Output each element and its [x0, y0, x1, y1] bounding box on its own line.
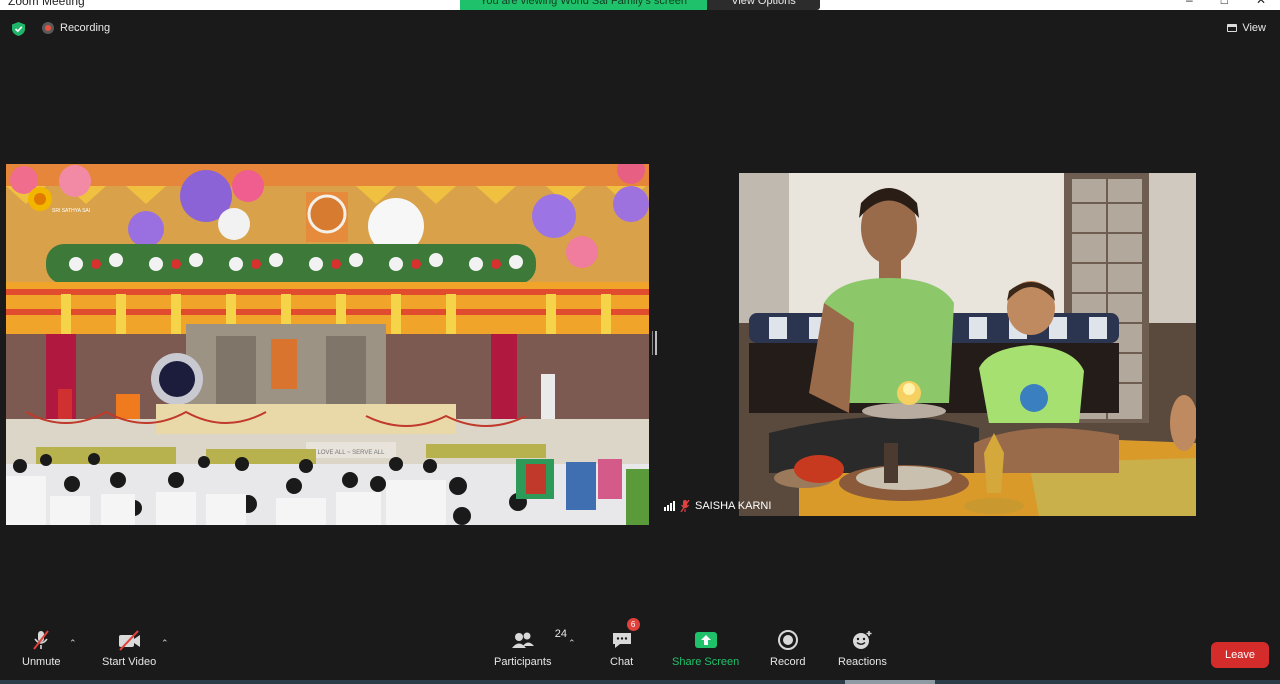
participants-label: Participants [494, 656, 552, 668]
view-label: View [1242, 22, 1266, 34]
chat-button[interactable]: 6 Chat [610, 618, 640, 668]
start-video-button[interactable]: Start Video [102, 624, 156, 668]
start-video-label: Start Video [102, 656, 157, 668]
recording-label: Recording [60, 22, 111, 34]
taskbar-strip [0, 680, 1280, 684]
screen-share-banner: You are viewing World Sai Family's scree… [460, 0, 707, 10]
record-button[interactable]: Record [770, 624, 805, 668]
tile-resize-handle[interactable] [652, 331, 657, 355]
participant-video-image [739, 173, 1196, 516]
shared-screen-video[interactable]: LOVE ALL ~ SERVE ALL SRI SATHYA SAI [6, 164, 649, 525]
record-icon [777, 630, 798, 650]
muted-mic-icon [680, 500, 690, 512]
temple-stage-image: LOVE ALL ~ SERVE ALL SRI SATHYA SAI [6, 164, 649, 525]
recording-indicator[interactable]: Recording [42, 22, 110, 34]
chat-unread-badge: 6 [626, 618, 640, 631]
audio-options-chevron-icon[interactable]: ⌃ [69, 638, 77, 649]
share-screen-icon [694, 632, 717, 648]
close-icon[interactable]: ✕ [1256, 0, 1266, 7]
chat-label: Chat [610, 656, 634, 668]
participants-button[interactable]: 24 Participants [494, 624, 567, 668]
video-off-icon [119, 630, 141, 651]
chat-icon [612, 633, 631, 648]
meeting-toolbar: Unmute ⌃ Start Video ⌃ 24 Participants ⌃ [0, 618, 1280, 684]
stage-logo-text: SRI SATHYA SAI [52, 208, 90, 214]
share-screen-button[interactable]: Share Screen [672, 624, 739, 668]
reactions-smiley-icon [853, 631, 872, 649]
participant-video-tile[interactable] [739, 173, 1196, 516]
reactions-button[interactable]: Reactions [838, 624, 887, 668]
participant-name-tag: SAISHA KARNI [664, 500, 771, 512]
share-screen-label: Share Screen [672, 656, 740, 668]
connection-signal-icon [664, 501, 675, 511]
view-layout-icon [1227, 24, 1238, 32]
leave-meeting-button[interactable]: Leave [1211, 642, 1269, 668]
participants-icon [511, 632, 534, 648]
participant-name: SAISHA KARNI [695, 500, 772, 512]
minimize-icon[interactable]: – [1186, 0, 1193, 7]
reactions-label: Reactions [838, 656, 887, 668]
unmute-button[interactable]: Unmute [22, 624, 61, 668]
view-button[interactable]: View [1227, 22, 1266, 34]
maximize-icon[interactable]: □ [1221, 0, 1228, 7]
window-title: Zoom Meeting [8, 0, 85, 8]
participants-count: 24 [554, 628, 567, 640]
record-label: Record [770, 656, 806, 668]
window-controls: – □ ✕ [1158, 0, 1266, 7]
muted-microphone-icon [33, 630, 50, 650]
view-options-button[interactable]: View Options [707, 0, 820, 10]
video-options-chevron-icon[interactable]: ⌃ [161, 638, 169, 649]
recording-icon [42, 22, 54, 34]
stage-banner-text: LOVE ALL ~ SERVE ALL [318, 450, 386, 456]
unmute-label: Unmute [22, 656, 61, 668]
security-shield-icon[interactable] [12, 22, 25, 36]
participants-options-chevron-icon[interactable]: ⌃ [568, 638, 576, 649]
